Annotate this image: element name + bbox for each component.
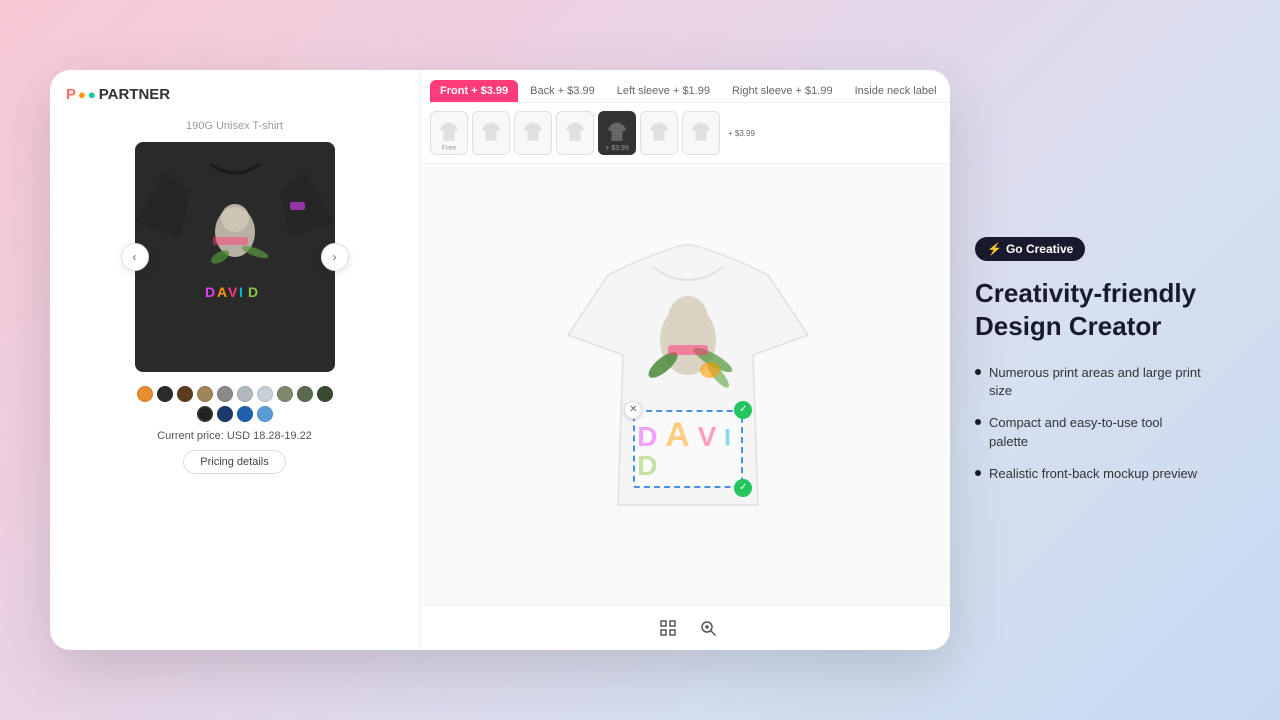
feature-text-3: Realistic front-back mockup preview [989,465,1197,483]
view-thumbnails: Free [420,103,950,164]
tab-neck-label[interactable]: Inside neck label [845,80,947,102]
color-swatch[interactable] [217,406,233,422]
logo-text: PARTNER [99,86,170,103]
go-creative-badge: ⚡ Go Creative [975,237,1085,261]
color-swatch[interactable] [257,406,273,422]
tab-back[interactable]: Back + $3.99 [520,80,605,102]
shirt-thumb-icon [439,122,459,144]
statue-svg [638,290,738,410]
feature-list: Numerous print areas and large print siz… [975,364,1205,483]
tab-right-sleeve[interactable]: Right sleeve + $1.99 [722,80,843,102]
shirt-thumb-icon [649,122,669,144]
text-design-selected[interactable]: ✕ ✓ D A V I D [633,410,743,488]
tab-left-sleeve[interactable]: Left sleeve + $1.99 [607,80,720,102]
bullet-3 [975,470,981,476]
view-thumb-1[interactable]: Free [430,111,468,155]
feature-text-1: Numerous print areas and large print siz… [989,364,1205,400]
main-card: P ● ● PARTNER 190G Unisex T-shirt ‹ [50,70,950,650]
color-swatch[interactable] [297,386,313,402]
confirm-handle-bottom[interactable]: ✓ [734,479,752,497]
tab-front[interactable]: Front + $3.99 [430,80,518,102]
color-swatch[interactable] [137,386,153,402]
feature-item-3: Realistic front-back mockup preview [975,465,1205,483]
tabs-bar: Front + $3.99 Back + $3.99 Left sleeve +… [420,70,950,103]
color-swatch[interactable] [197,386,213,402]
color-swatch[interactable] [277,386,293,402]
delete-handle[interactable]: ✕ [624,401,642,419]
logo-icon-circle1: ● [78,87,86,102]
next-arrow[interactable]: › [321,243,349,271]
bullet-1 [975,369,981,375]
feature-item-1: Numerous print areas and large print siz… [975,364,1205,400]
svg-text:V: V [228,284,238,300]
logo-icon-p: P [66,86,76,103]
shirt-thumb-icon [523,122,543,144]
product-title: 190G Unisex T-shirt [186,120,283,142]
info-panel: ⚡ Go Creative Creativity-friendlyDesign … [950,207,1230,513]
view-thumb-3[interactable] [514,111,552,155]
view-thumb-2[interactable] [472,111,510,155]
price-label: Current price: USD 18.28-19.22 [157,430,312,442]
extra-price-label: + $3.99 [728,129,755,138]
logo-icon-circle2: ● [88,87,96,102]
color-swatch[interactable] [237,386,253,402]
zoom-icon [700,620,716,636]
grid-icon [660,620,676,636]
logo: P ● ● PARTNER [66,86,170,103]
badge-label: Go Creative [1006,242,1073,256]
color-swatches [135,386,335,422]
shirt-thumb-icon [565,122,585,144]
tshirt-svg: D A V I D [135,142,335,372]
lightning-icon: ⚡ [987,242,1002,256]
color-swatch[interactable] [217,386,233,402]
view-thumb-label: Free [442,145,456,152]
feature-text-2: Compact and easy-to-use tool palette [989,414,1205,450]
color-swatch[interactable] [317,386,333,402]
design-canvas: ✕ ✓ D A V I D [558,235,818,535]
canvas-toolbar [420,605,950,650]
view-thumb-7[interactable] [682,111,720,155]
selection-box [633,410,743,488]
grid-tool-button[interactable] [654,614,682,642]
color-swatch[interactable] [197,406,213,422]
canvas-area[interactable]: ✕ ✓ D A V I D [420,164,950,605]
design-statue [638,290,738,410]
color-swatch[interactable] [257,386,273,402]
view-thumb-label: + $3.99 [605,145,629,152]
info-heading: Creativity-friendlyDesign Creator [975,277,1205,342]
prev-arrow[interactable]: ‹ [121,243,149,271]
color-swatch[interactable] [177,386,193,402]
zoom-tool-button[interactable] [694,614,722,642]
svg-text:I: I [239,284,243,300]
view-thumb-6[interactable] [640,111,678,155]
feature-item-2: Compact and easy-to-use tool palette [975,414,1205,450]
view-thumb-4[interactable] [556,111,594,155]
tshirt-mockup: D A V I D [135,142,335,372]
color-swatch[interactable] [237,406,253,422]
pricing-details-button[interactable]: Pricing details [183,450,285,474]
shirt-thumb-icon [481,122,501,144]
svg-text:A: A [217,284,227,300]
left-panel: 190G Unisex T-shirt ‹ [50,70,420,650]
shirt-thumb-icon [607,122,627,144]
center-panel: Front + $3.99 Back + $3.99 Left sleeve +… [420,70,950,650]
color-swatch[interactable] [157,386,173,402]
bullet-2 [975,419,981,425]
view-thumb-5[interactable]: + $3.99 [598,111,636,155]
shirt-thumb-icon [691,122,711,144]
svg-text:D: D [205,284,215,300]
confirm-handle-top[interactable]: ✓ [734,401,752,419]
product-preview: ‹ [135,142,335,372]
svg-text:D: D [248,284,258,300]
